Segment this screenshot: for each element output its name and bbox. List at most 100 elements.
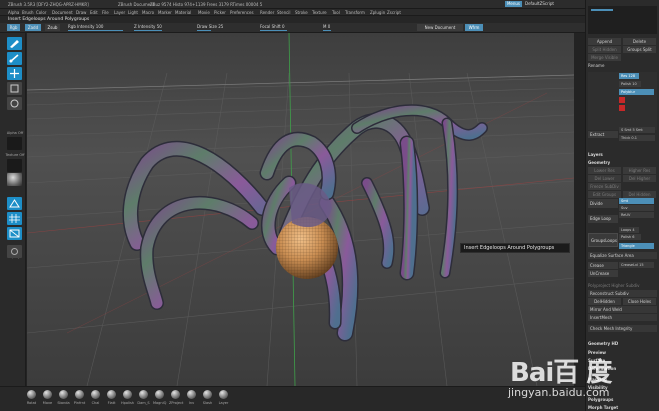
higher-res-button[interactable]: Higher Res <box>623 167 656 174</box>
geometry-section[interactable]: Geometry <box>588 159 657 166</box>
extract-button[interactable]: Extract <box>588 131 618 138</box>
menu-layer[interactable]: Layer <box>114 10 125 15</box>
polyf-button[interactable] <box>7 227 22 240</box>
zadd-button[interactable]: Zadd <box>25 24 41 31</box>
canvas-viewport[interactable]: Insert Edgeloops Around Polygroups <box>27 33 574 386</box>
groups-loops-button[interactable]: GroupsLoops <box>588 233 618 247</box>
groups-split-button[interactable]: Groups Split <box>623 46 656 53</box>
menus-button[interactable]: Menus <box>505 1 522 7</box>
menu-material[interactable]: Material <box>175 10 191 15</box>
m-slider[interactable]: M 0 <box>323 24 357 31</box>
alpha-swatch[interactable] <box>7 137 22 150</box>
suv-toggle[interactable]: Suv <box>619 205 654 211</box>
morph-target-section[interactable]: Morph Target <box>588 404 657 411</box>
split-hidden-button[interactable]: Split Hidden <box>588 46 621 53</box>
menu-texture[interactable]: Texture <box>312 10 327 15</box>
rgb-button[interactable]: Rgb <box>7 24 20 31</box>
menu-transform[interactable]: Transform <box>345 10 365 15</box>
material-swatch[interactable] <box>7 173 22 186</box>
merge-visible-button[interactable]: Merge Visible <box>588 54 621 61</box>
freeze-subdiv-button[interactable]: Freeze SubDiv <box>588 183 621 190</box>
brush-layer[interactable]: Layer <box>217 390 230 405</box>
texture-off-label[interactable]: Texture Off <box>5 153 25 157</box>
crease-button[interactable]: Crease <box>588 262 618 269</box>
polyproject-button[interactable]: Polyproject Higher Subdiv <box>588 282 657 289</box>
crease-level-slider[interactable]: CreaseLvl 15 <box>619 262 654 268</box>
close-holes-button[interactable]: Close Holes <box>623 298 656 305</box>
brush-dam-standard[interactable]: Dam_S <box>137 390 150 405</box>
brush-inflate[interactable]: Inv <box>185 390 198 405</box>
menu-edit[interactable]: Edit <box>90 10 98 15</box>
brush-standard[interactable]: Standa <box>57 390 70 405</box>
del-higher-button[interactable]: Del Higher <box>623 175 656 182</box>
menu-alpha[interactable]: Alpha <box>8 10 19 15</box>
menu-zplugin[interactable]: Zplugin <box>370 10 385 15</box>
triangle-toggle[interactable]: Triangle <box>619 243 654 249</box>
reconstruct-subdiv-button[interactable]: Reconstruct Subdiv <box>588 290 657 297</box>
append-button[interactable]: Append <box>588 38 621 45</box>
polish-slider[interactable]: Polish 10 <box>619 81 641 87</box>
polyblur-button[interactable]: Polyblur <box>619 89 654 95</box>
brush-clay[interactable]: Chal <box>89 390 102 405</box>
zsub-button[interactable]: Zsub <box>45 24 60 31</box>
menu-brush[interactable]: Brush <box>22 10 34 15</box>
rotate-mode-button[interactable] <box>7 97 22 110</box>
menu-macro[interactable]: Macro <box>142 10 154 15</box>
layers-section[interactable]: Layers <box>588 151 657 158</box>
brush-slash[interactable]: Slash <box>201 390 214 405</box>
equalize-surface-button[interactable]: Equalize Surface Area <box>588 252 657 259</box>
brush-rotate[interactable]: Rotat <box>25 390 38 405</box>
lower-res-button[interactable]: Lower Res <box>588 167 621 174</box>
z-intensity-slider[interactable]: Z Intensity 50 <box>134 24 189 31</box>
menu-light[interactable]: Light <box>128 10 138 15</box>
focal-shift-slider[interactable]: Focal Shift 0 <box>260 24 315 31</box>
menu-stroke[interactable]: Stroke <box>295 10 308 15</box>
default-zscript-button[interactable]: DefaultZScript <box>525 1 554 7</box>
edit-mode-button[interactable] <box>7 37 22 50</box>
brush-move[interactable]: Move <box>41 390 54 405</box>
move-mode-button[interactable] <box>7 67 22 80</box>
menu-stencil[interactable]: Stencil <box>277 10 291 15</box>
menu-zscript[interactable]: Zscript <box>387 10 401 15</box>
brush-magnify[interactable]: MagniQ <box>153 390 166 405</box>
delete-button[interactable]: Delete <box>623 38 656 45</box>
alpha-off-label[interactable]: Alpha Off <box>5 131 25 135</box>
polish-loops-slider[interactable]: Polish 6 <box>619 234 641 240</box>
transp-button[interactable] <box>7 245 22 258</box>
del-lower-button[interactable]: Del Lower <box>588 175 621 182</box>
texture-swatch[interactable] <box>7 159 22 172</box>
brush-zproject[interactable]: ZProject <box>169 390 183 405</box>
wireframe-button[interactable]: Wfrm <box>465 24 483 31</box>
smt-toggle[interactable]: Smt <box>619 198 654 204</box>
res-slider[interactable]: Res 128 <box>619 73 639 79</box>
rgb-intensity-slider[interactable]: Rgb Intensity 100 <box>68 24 123 31</box>
menu-document[interactable]: Document <box>52 10 73 15</box>
menu-picker[interactable]: Picker <box>214 10 226 15</box>
scale-mode-button[interactable] <box>7 82 22 95</box>
floor-grid-button[interactable] <box>7 212 22 225</box>
del-hidden-top-button[interactable]: Del Hidden <box>623 191 656 198</box>
check-mesh-button[interactable]: Check Mesh Integrity <box>588 325 657 332</box>
thick-slider[interactable]: Thick 0.1 <box>619 135 655 141</box>
divide-button[interactable]: Divide <box>588 199 618 208</box>
menu-file[interactable]: File <box>102 10 109 15</box>
edge-loop-button[interactable]: Edge Loop <box>588 215 618 223</box>
brush-flatten[interactable]: Flatt <box>105 390 118 405</box>
uncrease-button[interactable]: UnCrease <box>588 270 618 277</box>
edit-groups-button[interactable]: Edit Groups <box>588 191 621 198</box>
mirror-weld-button[interactable]: Mirror And Weld <box>588 306 657 313</box>
brush-hpolish[interactable]: Hpolish <box>121 390 134 405</box>
del-hidden-button[interactable]: DelHidden <box>588 298 621 305</box>
rename-button[interactable]: Rename <box>588 62 657 69</box>
menu-preferences[interactable]: Preferences <box>230 10 254 15</box>
insert-mesh-button[interactable]: InsertMesh <box>588 314 657 321</box>
draw-mode-button[interactable] <box>7 52 22 65</box>
menu-tool[interactable]: Tool <box>332 10 340 15</box>
reuv-toggle[interactable]: ReUV <box>619 212 654 218</box>
persp-button[interactable] <box>7 197 22 210</box>
smt-slider[interactable]: S Smt 5 Smt <box>619 127 655 133</box>
menu-draw[interactable]: Draw <box>76 10 86 15</box>
draw-size-slider[interactable]: Draw Size 25 <box>197 24 252 31</box>
new-document-button[interactable]: New Document <box>417 24 463 31</box>
subtool-selected-bar[interactable] <box>591 9 613 11</box>
